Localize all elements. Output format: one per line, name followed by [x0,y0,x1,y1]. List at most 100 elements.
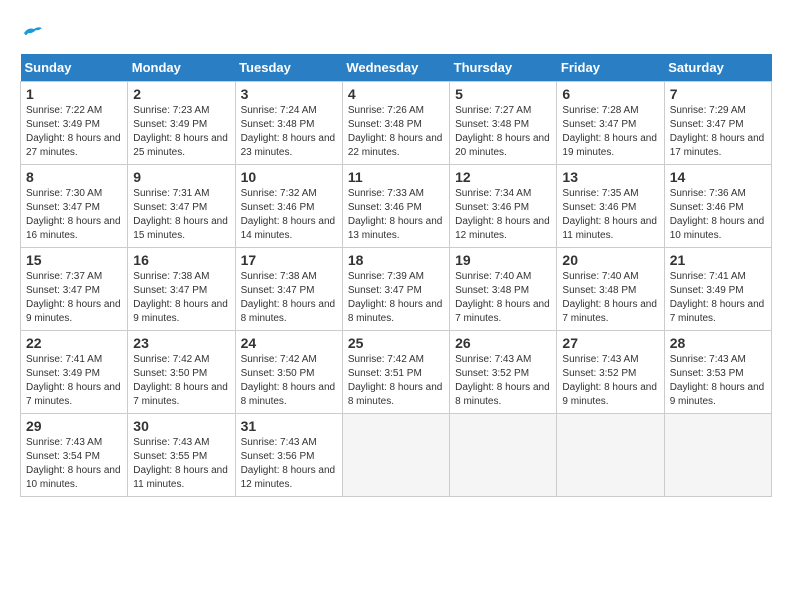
calendar-cell: 3 Sunrise: 7:24 AM Sunset: 3:48 PM Dayli… [235,82,342,165]
day-number: 19 [455,252,551,268]
day-number: 10 [241,169,337,185]
day-info: Sunrise: 7:35 AM Sunset: 3:46 PM Dayligh… [562,187,658,243]
day-info: Sunrise: 7:37 AM Sunset: 3:47 PM Dayligh… [26,270,122,326]
day-of-week-thursday: Thursday [450,54,557,82]
calendar-cell: 9 Sunrise: 7:31 AM Sunset: 3:47 PM Dayli… [128,165,235,248]
calendar-cell: 14 Sunrise: 7:36 AM Sunset: 3:46 PM Dayl… [664,165,771,248]
calendar-cell [450,414,557,497]
calendar-cell: 19 Sunrise: 7:40 AM Sunset: 3:48 PM Dayl… [450,248,557,331]
calendar-cell: 29 Sunrise: 7:43 AM Sunset: 3:54 PM Dayl… [21,414,128,497]
calendar-week-1: 8 Sunrise: 7:30 AM Sunset: 3:47 PM Dayli… [21,165,772,248]
calendar-cell: 27 Sunrise: 7:43 AM Sunset: 3:52 PM Dayl… [557,331,664,414]
calendar-cell: 11 Sunrise: 7:33 AM Sunset: 3:46 PM Dayl… [342,165,449,248]
calendar-cell: 12 Sunrise: 7:34 AM Sunset: 3:46 PM Dayl… [450,165,557,248]
day-info: Sunrise: 7:43 AM Sunset: 3:55 PM Dayligh… [133,436,229,492]
day-info: Sunrise: 7:27 AM Sunset: 3:48 PM Dayligh… [455,104,551,160]
day-info: Sunrise: 7:38 AM Sunset: 3:47 PM Dayligh… [241,270,337,326]
calendar-cell [664,414,771,497]
day-number: 7 [670,86,766,102]
calendar-cell: 10 Sunrise: 7:32 AM Sunset: 3:46 PM Dayl… [235,165,342,248]
day-number: 22 [26,335,122,351]
calendar-cell: 2 Sunrise: 7:23 AM Sunset: 3:49 PM Dayli… [128,82,235,165]
calendar-cell: 5 Sunrise: 7:27 AM Sunset: 3:48 PM Dayli… [450,82,557,165]
calendar-cell: 31 Sunrise: 7:43 AM Sunset: 3:56 PM Dayl… [235,414,342,497]
day-info: Sunrise: 7:36 AM Sunset: 3:46 PM Dayligh… [670,187,766,243]
calendar-cell: 17 Sunrise: 7:38 AM Sunset: 3:47 PM Dayl… [235,248,342,331]
day-number: 2 [133,86,229,102]
calendar-cell [342,414,449,497]
day-number: 24 [241,335,337,351]
day-number: 8 [26,169,122,185]
day-info: Sunrise: 7:43 AM Sunset: 3:52 PM Dayligh… [455,353,551,409]
day-number: 26 [455,335,551,351]
day-number: 20 [562,252,658,268]
day-number: 18 [348,252,444,268]
calendar-table: SundayMondayTuesdayWednesdayThursdayFrid… [20,54,772,497]
day-info: Sunrise: 7:42 AM Sunset: 3:51 PM Dayligh… [348,353,444,409]
day-number: 23 [133,335,229,351]
day-info: Sunrise: 7:22 AM Sunset: 3:49 PM Dayligh… [26,104,122,160]
day-info: Sunrise: 7:41 AM Sunset: 3:49 PM Dayligh… [670,270,766,326]
day-info: Sunrise: 7:31 AM Sunset: 3:47 PM Dayligh… [133,187,229,243]
day-info: Sunrise: 7:41 AM Sunset: 3:49 PM Dayligh… [26,353,122,409]
calendar-cell: 20 Sunrise: 7:40 AM Sunset: 3:48 PM Dayl… [557,248,664,331]
calendar-cell: 6 Sunrise: 7:28 AM Sunset: 3:47 PM Dayli… [557,82,664,165]
day-info: Sunrise: 7:40 AM Sunset: 3:48 PM Dayligh… [562,270,658,326]
calendar-cell: 7 Sunrise: 7:29 AM Sunset: 3:47 PM Dayli… [664,82,771,165]
day-number: 17 [241,252,337,268]
day-info: Sunrise: 7:42 AM Sunset: 3:50 PM Dayligh… [241,353,337,409]
day-info: Sunrise: 7:39 AM Sunset: 3:47 PM Dayligh… [348,270,444,326]
page-header [20,20,772,44]
calendar-week-3: 22 Sunrise: 7:41 AM Sunset: 3:49 PM Dayl… [21,331,772,414]
day-number: 14 [670,169,766,185]
day-info: Sunrise: 7:43 AM Sunset: 3:52 PM Dayligh… [562,353,658,409]
calendar-cell: 18 Sunrise: 7:39 AM Sunset: 3:47 PM Dayl… [342,248,449,331]
day-number: 1 [26,86,122,102]
day-number: 31 [241,418,337,434]
calendar-cell: 4 Sunrise: 7:26 AM Sunset: 3:48 PM Dayli… [342,82,449,165]
day-number: 25 [348,335,444,351]
day-number: 5 [455,86,551,102]
calendar-week-4: 29 Sunrise: 7:43 AM Sunset: 3:54 PM Dayl… [21,414,772,497]
calendar-cell: 23 Sunrise: 7:42 AM Sunset: 3:50 PM Dayl… [128,331,235,414]
calendar-cell: 16 Sunrise: 7:38 AM Sunset: 3:47 PM Dayl… [128,248,235,331]
day-info: Sunrise: 7:24 AM Sunset: 3:48 PM Dayligh… [241,104,337,160]
day-of-week-saturday: Saturday [664,54,771,82]
day-info: Sunrise: 7:43 AM Sunset: 3:56 PM Dayligh… [241,436,337,492]
day-number: 21 [670,252,766,268]
day-info: Sunrise: 7:33 AM Sunset: 3:46 PM Dayligh… [348,187,444,243]
calendar-cell: 8 Sunrise: 7:30 AM Sunset: 3:47 PM Dayli… [21,165,128,248]
day-of-week-wednesday: Wednesday [342,54,449,82]
day-info: Sunrise: 7:42 AM Sunset: 3:50 PM Dayligh… [133,353,229,409]
day-info: Sunrise: 7:40 AM Sunset: 3:48 PM Dayligh… [455,270,551,326]
day-info: Sunrise: 7:34 AM Sunset: 3:46 PM Dayligh… [455,187,551,243]
day-of-week-monday: Monday [128,54,235,82]
day-info: Sunrise: 7:23 AM Sunset: 3:49 PM Dayligh… [133,104,229,160]
logo-text [20,20,44,44]
calendar-cell: 24 Sunrise: 7:42 AM Sunset: 3:50 PM Dayl… [235,331,342,414]
calendar-cell: 26 Sunrise: 7:43 AM Sunset: 3:52 PM Dayl… [450,331,557,414]
calendar-cell: 25 Sunrise: 7:42 AM Sunset: 3:51 PM Dayl… [342,331,449,414]
day-number: 6 [562,86,658,102]
calendar-week-2: 15 Sunrise: 7:37 AM Sunset: 3:47 PM Dayl… [21,248,772,331]
day-number: 11 [348,169,444,185]
day-number: 28 [670,335,766,351]
day-info: Sunrise: 7:26 AM Sunset: 3:48 PM Dayligh… [348,104,444,160]
bird-icon [22,25,44,41]
calendar-cell: 13 Sunrise: 7:35 AM Sunset: 3:46 PM Dayl… [557,165,664,248]
day-info: Sunrise: 7:38 AM Sunset: 3:47 PM Dayligh… [133,270,229,326]
day-number: 3 [241,86,337,102]
calendar-cell: 22 Sunrise: 7:41 AM Sunset: 3:49 PM Dayl… [21,331,128,414]
day-number: 13 [562,169,658,185]
calendar-cell [557,414,664,497]
day-number: 16 [133,252,229,268]
calendar-cell: 21 Sunrise: 7:41 AM Sunset: 3:49 PM Dayl… [664,248,771,331]
day-number: 29 [26,418,122,434]
day-number: 4 [348,86,444,102]
day-info: Sunrise: 7:28 AM Sunset: 3:47 PM Dayligh… [562,104,658,160]
day-number: 30 [133,418,229,434]
day-number: 15 [26,252,122,268]
day-info: Sunrise: 7:32 AM Sunset: 3:46 PM Dayligh… [241,187,337,243]
calendar-cell: 15 Sunrise: 7:37 AM Sunset: 3:47 PM Dayl… [21,248,128,331]
day-of-week-tuesday: Tuesday [235,54,342,82]
